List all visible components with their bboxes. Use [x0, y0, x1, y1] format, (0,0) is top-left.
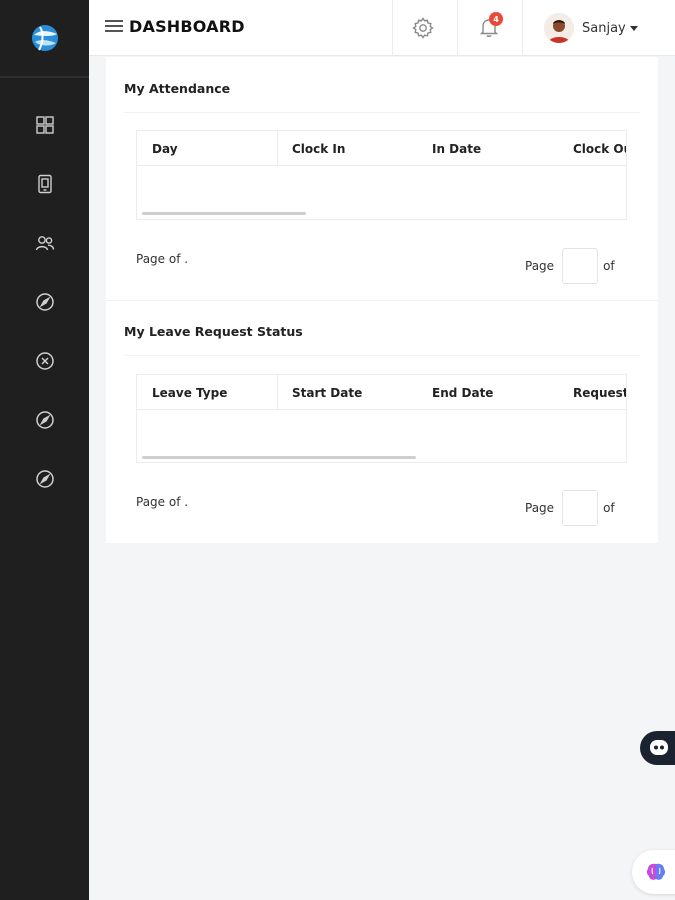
compass-icon — [35, 411, 54, 429]
sidebar-item-dashboard[interactable] — [0, 105, 89, 145]
sidebar-item-compass-1[interactable] — [0, 282, 89, 322]
globe-logo-icon[interactable] — [30, 23, 60, 53]
column-header-request[interactable]: Request — [573, 375, 626, 410]
attendance-table-header: Day Clock In In Date Clock Out — [137, 131, 626, 166]
attendance-table-body — [137, 166, 626, 219]
user-name: Sanjay — [582, 20, 626, 36]
notification-count-badge: 4 — [489, 12, 503, 26]
compass-icon — [35, 470, 54, 488]
horizontal-scrollbar[interactable] — [142, 212, 306, 215]
chat-widget-button[interactable] — [640, 731, 675, 765]
leave-page-info: Page of . — [136, 495, 189, 509]
column-divider — [277, 375, 278, 410]
sidebar-item-users[interactable] — [0, 223, 89, 263]
leave-table-body — [137, 410, 626, 462]
avatar — [544, 13, 574, 43]
leave-table: Leave Type Start Date End Date Request — [136, 374, 627, 463]
user-avatar-icon — [544, 13, 574, 43]
attendance-page-input[interactable] — [562, 248, 599, 284]
user-menu[interactable]: Sanjay — [544, 12, 638, 44]
logo-area — [0, 0, 89, 78]
pager-label: Page — [525, 259, 555, 273]
content-panel: My Attendance Day Clock In In Date Clock… — [106, 57, 658, 543]
gear-icon — [412, 17, 434, 39]
notifications-button[interactable]: 4 — [477, 12, 503, 41]
sidebar-item-compass-2[interactable] — [0, 400, 89, 440]
users-icon — [35, 236, 54, 251]
sidebar-item-compass-3[interactable] — [0, 459, 89, 499]
chatbot-icon — [650, 740, 668, 755]
attendance-section-title: My Attendance — [124, 81, 231, 96]
device-icon — [37, 174, 52, 194]
leave-page-input[interactable] — [562, 490, 599, 526]
attendance-pager: Page of — [525, 248, 615, 284]
attendance-page-info: Page of . — [136, 252, 189, 266]
column-header-end-date[interactable]: End Date — [432, 375, 493, 410]
hamburger-menu-icon[interactable] — [105, 20, 123, 34]
pager-of-label: of — [603, 501, 615, 515]
settings-button[interactable] — [411, 16, 435, 40]
section-divider — [106, 300, 658, 301]
brain-icon — [646, 863, 666, 880]
compass-icon — [35, 293, 54, 311]
column-header-leave-type[interactable]: Leave Type — [152, 375, 227, 410]
pager-label: Page — [525, 501, 555, 515]
sidebar-item-device[interactable] — [0, 164, 89, 204]
close-circle-icon — [35, 352, 54, 370]
header-divider — [522, 0, 523, 56]
attendance-table: Day Clock In In Date Clock Out — [136, 130, 627, 220]
chevron-down-icon — [629, 25, 638, 31]
horizontal-scrollbar[interactable] — [142, 456, 416, 459]
ai-assistant-button[interactable] — [632, 850, 675, 894]
column-header-in-date[interactable]: In Date — [432, 131, 481, 166]
page-title: DASHBOARD — [129, 17, 245, 36]
top-header: DASHBOARD 4 Sanjay — [89, 0, 675, 56]
column-header-day[interactable]: Day — [152, 131, 178, 166]
leave-pager: Page of — [525, 490, 615, 526]
leave-table-header: Leave Type Start Date End Date Request — [137, 375, 626, 410]
divider — [124, 112, 640, 113]
dashboard-grid-icon — [35, 116, 54, 134]
sidebar-item-close[interactable] — [0, 341, 89, 381]
column-header-start-date[interactable]: Start Date — [292, 375, 362, 410]
pager-of-label: of — [603, 259, 615, 273]
header-divider — [457, 0, 458, 56]
sidebar — [0, 0, 89, 900]
leave-section-title: My Leave Request Status — [124, 324, 303, 339]
column-header-clock-in[interactable]: Clock In — [292, 131, 345, 166]
column-divider — [277, 131, 278, 166]
column-header-clock-out[interactable]: Clock Out — [573, 131, 626, 166]
header-divider — [392, 0, 393, 56]
divider — [124, 355, 640, 356]
